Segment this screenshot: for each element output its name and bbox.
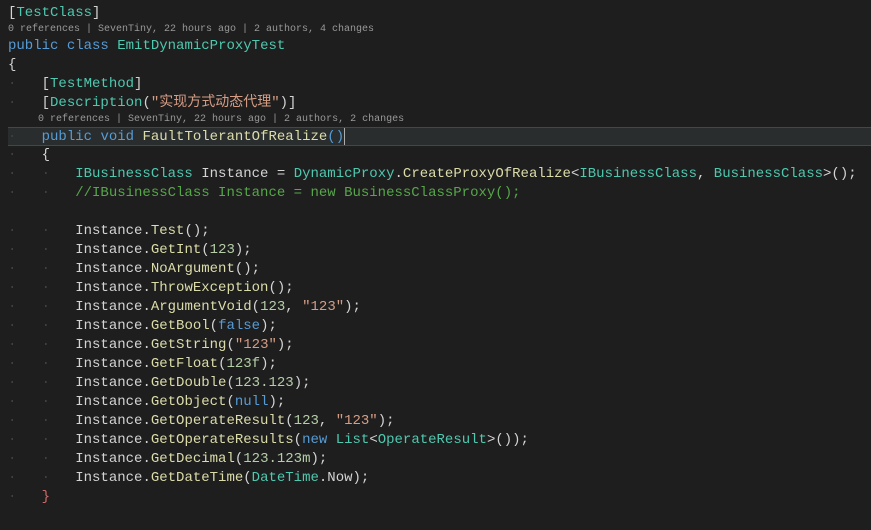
code-editor[interactable]: [TestClass] 0 references | SevenTiny, 22…: [0, 0, 871, 511]
attribute: Description: [50, 95, 142, 111]
code-line[interactable]: · {: [8, 146, 871, 165]
method-call: GetDecimal: [151, 451, 235, 467]
identifier: Instance: [201, 166, 268, 182]
keyword: null: [235, 394, 269, 410]
identifier: Instance: [75, 470, 142, 486]
code-line[interactable]: · · Instance.GetOperateResults(new List<…: [8, 431, 871, 450]
method-call: GetOperateResults: [151, 432, 294, 448]
method-call: ThrowException: [151, 280, 269, 296]
method-call: GetBool: [151, 318, 210, 334]
method-call: GetString: [151, 337, 227, 353]
keyword: class: [67, 38, 109, 54]
type: BusinessClass: [714, 166, 823, 182]
method-call: Test: [151, 223, 185, 239]
type: DateTime: [252, 470, 319, 486]
comment: //IBusinessClass Instance = new Business…: [75, 185, 520, 201]
code-line[interactable]: · · Instance.ArgumentVoid(123, "123");: [8, 298, 871, 317]
identifier: Instance: [75, 413, 142, 429]
string: "123": [336, 413, 378, 429]
keyword: false: [218, 318, 260, 334]
codelens-class[interactable]: 0 references | SevenTiny, 22 hours ago |…: [8, 23, 871, 37]
string-literal: "实现方式动态代理": [151, 95, 280, 111]
number: 123f: [226, 356, 260, 372]
code-line[interactable]: · · Instance.GetDouble(123.123);: [8, 374, 871, 393]
method-call: GetObject: [151, 394, 227, 410]
identifier: Instance: [75, 432, 142, 448]
code-line[interactable]: · · Instance.NoArgument();: [8, 260, 871, 279]
code-line[interactable]: · · Instance.Test();: [8, 222, 871, 241]
keyword: public: [8, 38, 58, 54]
code-line[interactable]: · · //IBusinessClass Instance = new Busi…: [8, 184, 871, 203]
code-line[interactable]: · · Instance.GetFloat(123f);: [8, 355, 871, 374]
keyword: new: [302, 432, 327, 448]
number: 123: [294, 413, 319, 429]
attribute: TestMethod: [50, 76, 134, 92]
type: List: [336, 432, 370, 448]
property: Now: [327, 470, 352, 486]
attribute: TestClass: [16, 5, 92, 21]
number: 123: [210, 242, 235, 258]
method-call: GetInt: [151, 242, 201, 258]
code-line[interactable]: · · Instance.GetString("123");: [8, 336, 871, 355]
type: IBusinessClass: [75, 166, 193, 182]
code-line[interactable]: · [TestMethod]: [8, 75, 871, 94]
type: IBusinessClass: [579, 166, 697, 182]
code-line[interactable]: · · Instance.GetDateTime(DateTime.Now);: [8, 469, 871, 488]
method-call: GetFloat: [151, 356, 218, 372]
type: DynamicProxy: [294, 166, 395, 182]
identifier: Instance: [75, 299, 142, 315]
identifier: Instance: [75, 280, 142, 296]
code-line[interactable]: · · Instance.GetDecimal(123.123m);: [8, 450, 871, 469]
string: "123": [235, 337, 277, 353]
code-line[interactable]: · }: [8, 488, 871, 507]
text-cursor: [344, 128, 345, 145]
identifier: Instance: [75, 223, 142, 239]
identifier: Instance: [75, 242, 142, 258]
code-line[interactable]: · · Instance.GetOperateResult(123, "123"…: [8, 412, 871, 431]
method-call: GetOperateResult: [151, 413, 285, 429]
identifier: Instance: [75, 356, 142, 372]
identifier: Instance: [75, 394, 142, 410]
type: OperateResult: [378, 432, 487, 448]
keyword: void: [100, 129, 134, 145]
method-call: GetDouble: [151, 375, 227, 391]
code-line[interactable]: {: [8, 56, 871, 75]
identifier: Instance: [75, 318, 142, 334]
blank-line[interactable]: [8, 203, 871, 222]
number: 123: [260, 299, 285, 315]
code-line[interactable]: · · Instance.GetObject(null);: [8, 393, 871, 412]
method-name: FaultTolerantOfRealize: [142, 129, 327, 145]
method-call: ArgumentVoid: [151, 299, 252, 315]
string: "123": [302, 299, 344, 315]
number: 123.123m: [243, 451, 310, 467]
current-line[interactable]: · public void FaultTolerantOfRealize(): [8, 127, 871, 146]
method-call: NoArgument: [151, 261, 235, 277]
method-call: GetDateTime: [151, 470, 243, 486]
code-line[interactable]: · · IBusinessClass Instance = DynamicPro…: [8, 165, 871, 184]
code-line[interactable]: · · Instance.ThrowException();: [8, 279, 871, 298]
keyword: public: [42, 129, 92, 145]
code-line[interactable]: · · Instance.GetInt(123);: [8, 241, 871, 260]
identifier: Instance: [75, 261, 142, 277]
code-line[interactable]: public class EmitDynamicProxyTest: [8, 37, 871, 56]
method-call: CreateProxyOfRealize: [403, 166, 571, 182]
code-line[interactable]: [TestClass]: [8, 4, 871, 23]
code-line[interactable]: · [Description("实现方式动态代理")]: [8, 94, 871, 113]
number: 123.123: [235, 375, 294, 391]
code-line[interactable]: · · Instance.GetBool(false);: [8, 317, 871, 336]
identifier: Instance: [75, 451, 142, 467]
codelens-text: 0 references | SevenTiny, 22 hours ago |…: [38, 114, 404, 125]
identifier: Instance: [75, 375, 142, 391]
codelens-method[interactable]: 0 references | SevenTiny, 22 hours ago |…: [8, 113, 871, 127]
class-name: EmitDynamicProxyTest: [117, 38, 285, 54]
identifier: Instance: [75, 337, 142, 353]
